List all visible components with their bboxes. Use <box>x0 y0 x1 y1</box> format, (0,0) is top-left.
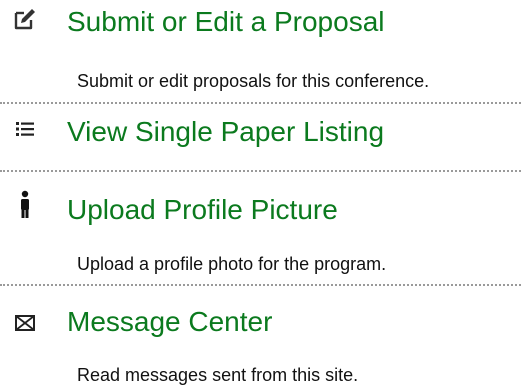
submit-proposal-link[interactable]: Submit or Edit a Proposal <box>0 0 521 44</box>
list-icon <box>10 114 40 144</box>
divider <box>0 170 521 172</box>
divider <box>0 102 521 104</box>
person-icon <box>10 190 40 220</box>
divider <box>0 284 521 286</box>
profile-picture-description: Upload a profile photo for the program. <box>77 254 387 274</box>
message-center-link[interactable]: Message Center <box>0 300 521 344</box>
envelope-icon <box>10 308 40 338</box>
message-center-title[interactable]: Message Center <box>67 308 272 336</box>
paper-listing-title[interactable]: View Single Paper Listing <box>67 118 384 146</box>
paper-listing-link[interactable]: View Single Paper Listing <box>0 108 521 152</box>
profile-picture-link[interactable]: Upload Profile Picture <box>0 186 521 230</box>
submit-proposal-title[interactable]: Submit or Edit a Proposal <box>67 8 385 36</box>
profile-picture-title[interactable]: Upload Profile Picture <box>67 196 338 224</box>
message-center-description: Read messages sent from this site. <box>77 365 359 385</box>
submit-proposal-description: Submit or edit proposals for this confer… <box>77 71 430 91</box>
edit-icon <box>10 4 40 34</box>
menu-list: Submit or Edit a Proposal Submit or edit… <box>0 0 521 390</box>
